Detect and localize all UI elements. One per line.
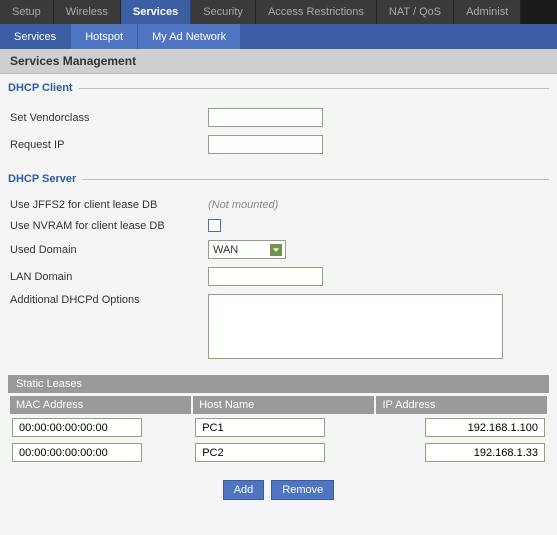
nvram-checkbox[interactable]	[208, 219, 221, 232]
leases-col-mac: MAC Address	[10, 396, 191, 414]
page-title: Services Management	[0, 49, 557, 74]
lease-host-input[interactable]	[195, 418, 325, 437]
main-tab-wireless[interactable]: Wireless	[54, 0, 121, 24]
leases-buttons: Add Remove	[8, 480, 549, 500]
main-tab-access-restrictions[interactable]: Access Restrictions	[256, 0, 377, 24]
dhcp-client-section: DHCP Client Set Vendorclass Request IP	[8, 82, 549, 158]
divider	[79, 88, 549, 89]
main-tab-administration[interactable]: Administ	[454, 0, 521, 24]
dhcp-server-legend: DHCP Server	[8, 173, 82, 185]
content: DHCP Client Set Vendorclass Request IP D…	[0, 74, 557, 535]
lan-domain-input[interactable]	[208, 267, 323, 286]
sub-tab-my-ad-network[interactable]: My Ad Network	[138, 24, 241, 49]
used-domain-select[interactable]: WAN	[208, 240, 286, 259]
used-domain-label: Used Domain	[8, 244, 208, 256]
main-tabs: Setup Wireless Services Security Access …	[0, 0, 557, 24]
lease-ip-input[interactable]	[425, 443, 545, 462]
sub-tabs: Services Hotspot My Ad Network	[0, 24, 557, 49]
nvram-label: Use NVRAM for client lease DB	[8, 220, 208, 232]
static-leases: Static Leases MAC Address Host Name IP A…	[8, 375, 549, 500]
lease-mac-input[interactable]	[12, 418, 142, 437]
divider	[82, 179, 549, 180]
lease-mac-input[interactable]	[12, 443, 142, 462]
leases-col-host: Host Name	[193, 396, 374, 414]
vendorclass-label: Set Vendorclass	[8, 112, 208, 124]
dhcpd-options-label: Additional DHCPd Options	[8, 294, 208, 306]
main-tab-security[interactable]: Security	[191, 0, 256, 24]
main-tab-setup[interactable]: Setup	[0, 0, 54, 24]
table-row	[10, 441, 547, 464]
static-leases-title: Static Leases	[8, 375, 549, 393]
lease-host-input[interactable]	[195, 443, 325, 462]
lease-ip-input[interactable]	[425, 418, 545, 437]
dhcpd-options-textarea[interactable]	[208, 294, 503, 359]
sub-tab-services[interactable]: Services	[0, 24, 71, 49]
add-button[interactable]: Add	[223, 480, 265, 500]
table-row	[10, 416, 547, 439]
requestip-label: Request IP	[8, 139, 208, 151]
chevron-down-icon	[270, 244, 282, 256]
leases-col-ip: IP Address	[376, 396, 547, 414]
used-domain-value: WAN	[213, 244, 238, 256]
vendorclass-input[interactable]	[208, 108, 323, 127]
sub-tab-hotspot[interactable]: Hotspot	[71, 24, 138, 49]
requestip-input[interactable]	[208, 135, 323, 154]
lan-domain-label: LAN Domain	[8, 271, 208, 283]
jffs2-hint: (Not mounted)	[208, 199, 278, 211]
main-tab-services[interactable]: Services	[121, 0, 191, 24]
dhcp-client-legend: DHCP Client	[8, 82, 79, 94]
jffs2-label: Use JFFS2 for client lease DB	[8, 199, 208, 211]
dhcp-server-section: DHCP Server Use JFFS2 for client lease D…	[8, 173, 549, 500]
remove-button[interactable]: Remove	[271, 480, 334, 500]
main-tab-nat-qos[interactable]: NAT / QoS	[377, 0, 454, 24]
leases-table: MAC Address Host Name IP Address	[8, 394, 549, 466]
leases-header-row: MAC Address Host Name IP Address	[10, 396, 547, 414]
